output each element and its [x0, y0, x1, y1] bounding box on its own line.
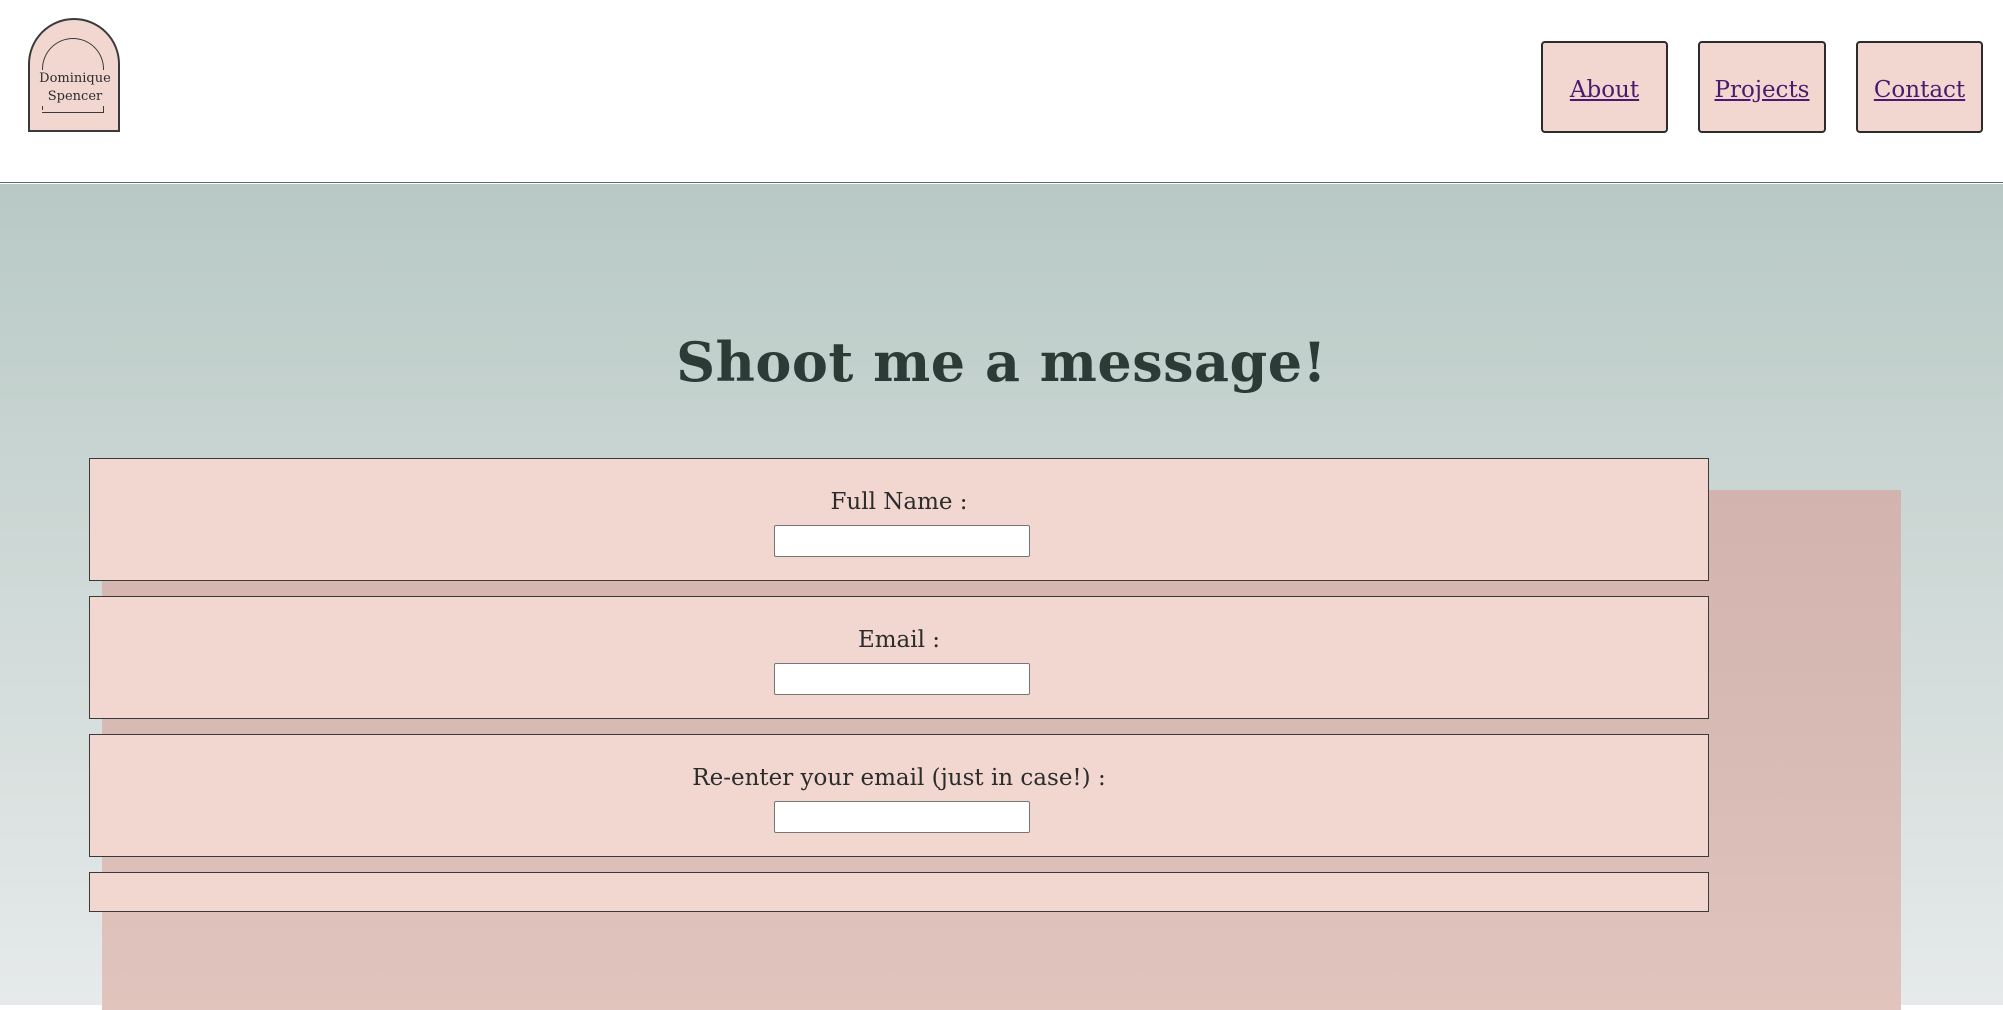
nav-link-about[interactable]: About	[1570, 77, 1639, 103]
nav-button-projects[interactable]: Projects	[1698, 41, 1826, 133]
form-field-email: Email :	[89, 596, 1709, 719]
form-field-full-name: Full Name :	[89, 458, 1709, 581]
confirm-email-input[interactable]	[774, 801, 1030, 833]
contact-section: Shoot me a message! Full Name : Email : …	[0, 184, 2003, 1010]
nav-link-projects[interactable]: Projects	[1715, 77, 1810, 103]
logo-tick-line	[102, 106, 104, 113]
confirm-email-label: Re-enter your email (just in case!) :	[692, 765, 1106, 791]
full-name-input[interactable]	[774, 525, 1030, 557]
page-title: Shoot me a message!	[676, 330, 1327, 394]
nav-button-contact[interactable]: Contact	[1856, 41, 1983, 133]
site-header: Dominique Spencer About Projects Contact	[0, 0, 2003, 183]
form-field-confirm-email: Re-enter your email (just in case!) :	[89, 734, 1709, 857]
email-input[interactable]	[774, 663, 1030, 695]
logo[interactable]: Dominique Spencer	[28, 18, 120, 132]
logo-text: Dominique Spencer	[32, 70, 118, 106]
logo-base-line	[42, 112, 104, 113]
email-label: Email :	[857, 627, 941, 653]
nav-button-about[interactable]: About	[1541, 41, 1668, 133]
full-name-label: Full Name :	[830, 489, 968, 515]
form-field-next	[89, 872, 1709, 912]
nav-link-contact[interactable]: Contact	[1874, 77, 1965, 103]
